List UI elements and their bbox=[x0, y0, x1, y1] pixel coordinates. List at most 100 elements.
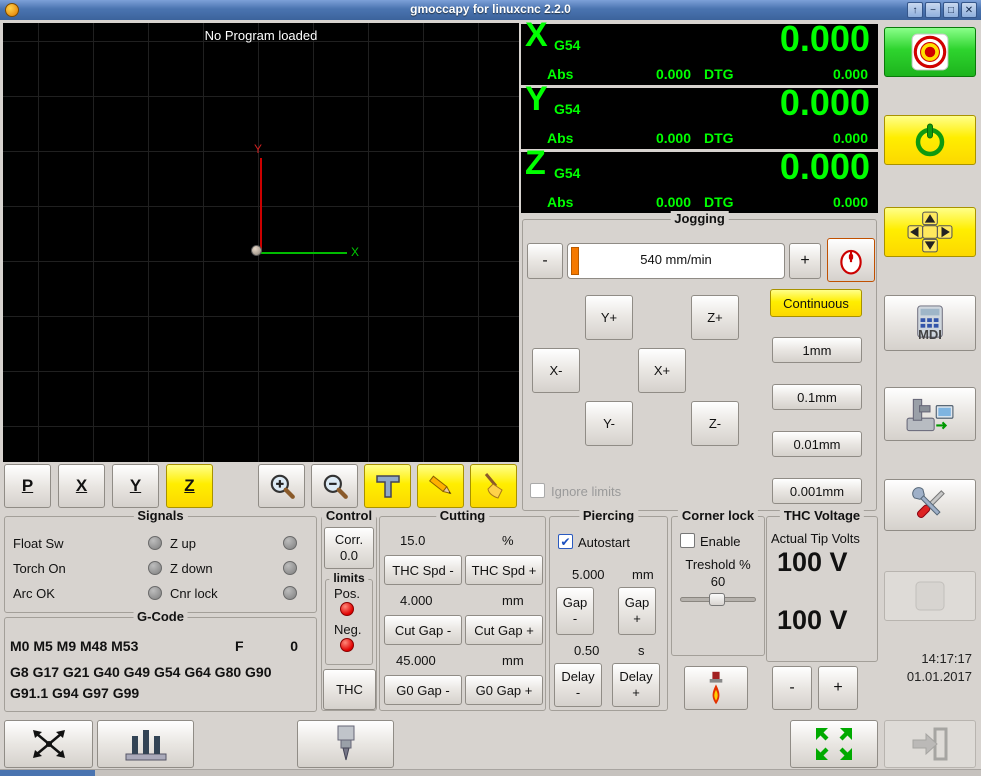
gcode-preview[interactable]: No Program loaded Y X bbox=[3, 23, 519, 462]
settings-button[interactable] bbox=[884, 479, 976, 531]
jog-increment-01mm-button[interactable]: 0.1mm bbox=[772, 384, 862, 410]
corner-lock-frame: Corner lock Enable Treshold % 60 bbox=[671, 508, 765, 656]
cut-gap-minus-button[interactable]: Cut Gap - bbox=[384, 615, 462, 645]
minimize-button[interactable]: − bbox=[925, 2, 941, 18]
cnr-lock-led bbox=[283, 586, 297, 600]
tool-change-button[interactable] bbox=[297, 720, 394, 768]
piercing-frame: Piercing ✔ Autostart 5.000 mm Gap - Gap … bbox=[549, 508, 668, 711]
zoom-in-button[interactable] bbox=[258, 464, 305, 508]
threshold-slider[interactable] bbox=[680, 593, 756, 606]
jog-speed-minus-button[interactable]: - bbox=[527, 243, 563, 279]
jog-mode-button[interactable] bbox=[884, 207, 976, 257]
threshold-label: Treshold % bbox=[685, 557, 751, 572]
voltage-plus-button[interactable]: + bbox=[818, 666, 858, 710]
titlebar: gmoccapy for linuxcnc 2.2.0 ↑ − □ ✕ bbox=[0, 0, 981, 20]
dro-axis-x[interactable]: X G54 0.000 Abs 0.000 DTG 0.000 bbox=[521, 16, 878, 85]
cut-gap-plus-button[interactable]: Cut Gap + bbox=[465, 615, 543, 645]
jog-speed-value: 540 mm/min bbox=[640, 252, 712, 267]
jog-with-mouse-button[interactable] bbox=[827, 238, 875, 282]
corner-lock-enable-checkbox[interactable] bbox=[680, 533, 695, 548]
back-button bbox=[884, 720, 976, 768]
limits-subframe: limits Pos. Neg. bbox=[325, 571, 373, 665]
dro-value: 0.000 bbox=[779, 146, 870, 187]
mdi-mode-button[interactable]: MDI bbox=[884, 295, 976, 351]
machine-settings-button[interactable] bbox=[884, 387, 976, 441]
active-gcodes: G8 G17 G21 G40 G49 G54 G64 G80 G90 G91.1… bbox=[10, 664, 272, 701]
neg-limit-led bbox=[340, 638, 354, 652]
pierce-delay-minus-button[interactable]: Delay - bbox=[554, 663, 602, 707]
torch-button[interactable] bbox=[684, 666, 748, 710]
thc-speed-minus-button[interactable]: THC Spd - bbox=[384, 555, 462, 585]
g0-gap-plus-button[interactable]: G0 Gap + bbox=[465, 675, 543, 705]
power-icon bbox=[910, 120, 950, 160]
dro-axis-letter: Z bbox=[525, 144, 546, 182]
arc-ok-label: Arc OK bbox=[13, 586, 55, 601]
jog-continuous-button[interactable]: Continuous bbox=[770, 289, 862, 317]
voltage-minus-button[interactable]: - bbox=[772, 666, 812, 710]
ignore-limits-checkbox[interactable] bbox=[530, 483, 545, 498]
control-title: Control bbox=[321, 508, 377, 523]
clear-plot-button[interactable] bbox=[470, 464, 517, 508]
emergency-stop-icon bbox=[909, 31, 951, 73]
jog-z-minus-button[interactable]: Z- bbox=[691, 401, 739, 446]
thc-speed-plus-button[interactable]: THC Spd + bbox=[465, 555, 543, 585]
close-button[interactable]: ✕ bbox=[961, 2, 977, 18]
rollup-button[interactable]: ↑ bbox=[907, 2, 923, 18]
cutting-title: Cutting bbox=[435, 508, 490, 523]
dro-coord-system: G54 bbox=[554, 37, 581, 53]
clock-time: 14:17:17 bbox=[921, 651, 972, 666]
touch-off-button[interactable] bbox=[4, 720, 93, 768]
jog-x-plus-button[interactable]: X+ bbox=[638, 348, 686, 393]
edit-button[interactable] bbox=[417, 464, 464, 508]
height-correction-display[interactable]: Corr. 0.0 bbox=[324, 527, 374, 569]
gcode-frame: G-Code M0 M5 M9 M48 M53 F 0 G8 G17 G21 G… bbox=[4, 609, 317, 712]
view-p-button[interactable]: P bbox=[4, 464, 51, 508]
g0-gap-value: 45.000 bbox=[396, 653, 436, 668]
jog-speed-plus-button[interactable]: + bbox=[789, 243, 821, 279]
zoom-out-button[interactable] bbox=[311, 464, 358, 508]
machine-on-button[interactable] bbox=[884, 115, 976, 165]
progress-bar-fill bbox=[0, 770, 95, 776]
dro-abs-label: Abs bbox=[547, 130, 574, 146]
view-x-button[interactable]: X bbox=[58, 464, 105, 508]
clock-date: 01.01.2017 bbox=[906, 668, 972, 684]
view-z-button[interactable]: Z bbox=[166, 464, 213, 508]
pierce-gap-minus-button[interactable]: Gap - bbox=[556, 587, 594, 635]
estop-button[interactable] bbox=[884, 27, 976, 77]
dro-abs-value: 0.000 bbox=[655, 66, 691, 82]
dimensions-button[interactable] bbox=[364, 464, 411, 508]
jog-increment-0001mm-button[interactable]: 0.001mm bbox=[772, 478, 862, 504]
progress-bar bbox=[0, 769, 981, 776]
clock: 14:17:17 01.01.2017 bbox=[858, 650, 976, 685]
pierce-gap-plus-button[interactable]: Gap + bbox=[618, 587, 656, 635]
dro-abs-value: 0.000 bbox=[655, 130, 691, 146]
fullscreen-button[interactable] bbox=[790, 720, 878, 768]
dro-value: 0.000 bbox=[779, 18, 870, 59]
maximize-button[interactable]: □ bbox=[943, 2, 959, 18]
dro-dtg-label: DTG bbox=[704, 194, 734, 210]
thc-button[interactable]: THC bbox=[323, 669, 376, 710]
jog-x-minus-button[interactable]: X- bbox=[532, 348, 580, 393]
dro-dtg-label: DTG bbox=[704, 130, 734, 146]
x-axis-label: X bbox=[351, 245, 360, 259]
cut-gap-unit: mm bbox=[502, 593, 524, 608]
jog-increment-001mm-button[interactable]: 0.01mm bbox=[772, 431, 862, 457]
g0-gap-minus-button[interactable]: G0 Gap - bbox=[384, 675, 462, 705]
dro-axis-z[interactable]: Z G54 0.000 Abs 0.000 DTG 0.000 bbox=[521, 144, 878, 213]
jog-y-minus-button[interactable]: Y- bbox=[585, 401, 633, 446]
mdi-label: MDI bbox=[918, 326, 942, 342]
pierce-gap-value: 5.000 bbox=[572, 567, 605, 582]
autostart-checkbox[interactable]: ✔ bbox=[558, 534, 573, 549]
jog-y-plus-button[interactable]: Y+ bbox=[585, 295, 633, 340]
thc-voltage-frame: THC Voltage Actual Tip Volts 100 V 100 V bbox=[766, 508, 878, 662]
dro-axis-y[interactable]: Y G54 0.000 Abs 0.000 DTG 0.000 bbox=[521, 80, 878, 149]
jog-z-plus-button[interactable]: Z+ bbox=[691, 295, 739, 340]
view-y-button[interactable]: Y bbox=[112, 464, 159, 508]
pierce-delay-plus-button[interactable]: Delay + bbox=[612, 663, 660, 707]
exit-arrow-icon bbox=[908, 724, 952, 764]
dro-dtg-label: DTG bbox=[704, 66, 734, 82]
jog-speed-slider[interactable]: 540 mm/min bbox=[567, 243, 785, 279]
touch-plate-button[interactable] bbox=[97, 720, 194, 768]
jog-increment-1mm-button[interactable]: 1mm bbox=[772, 337, 862, 363]
threshold-slider-thumb[interactable] bbox=[709, 593, 725, 606]
